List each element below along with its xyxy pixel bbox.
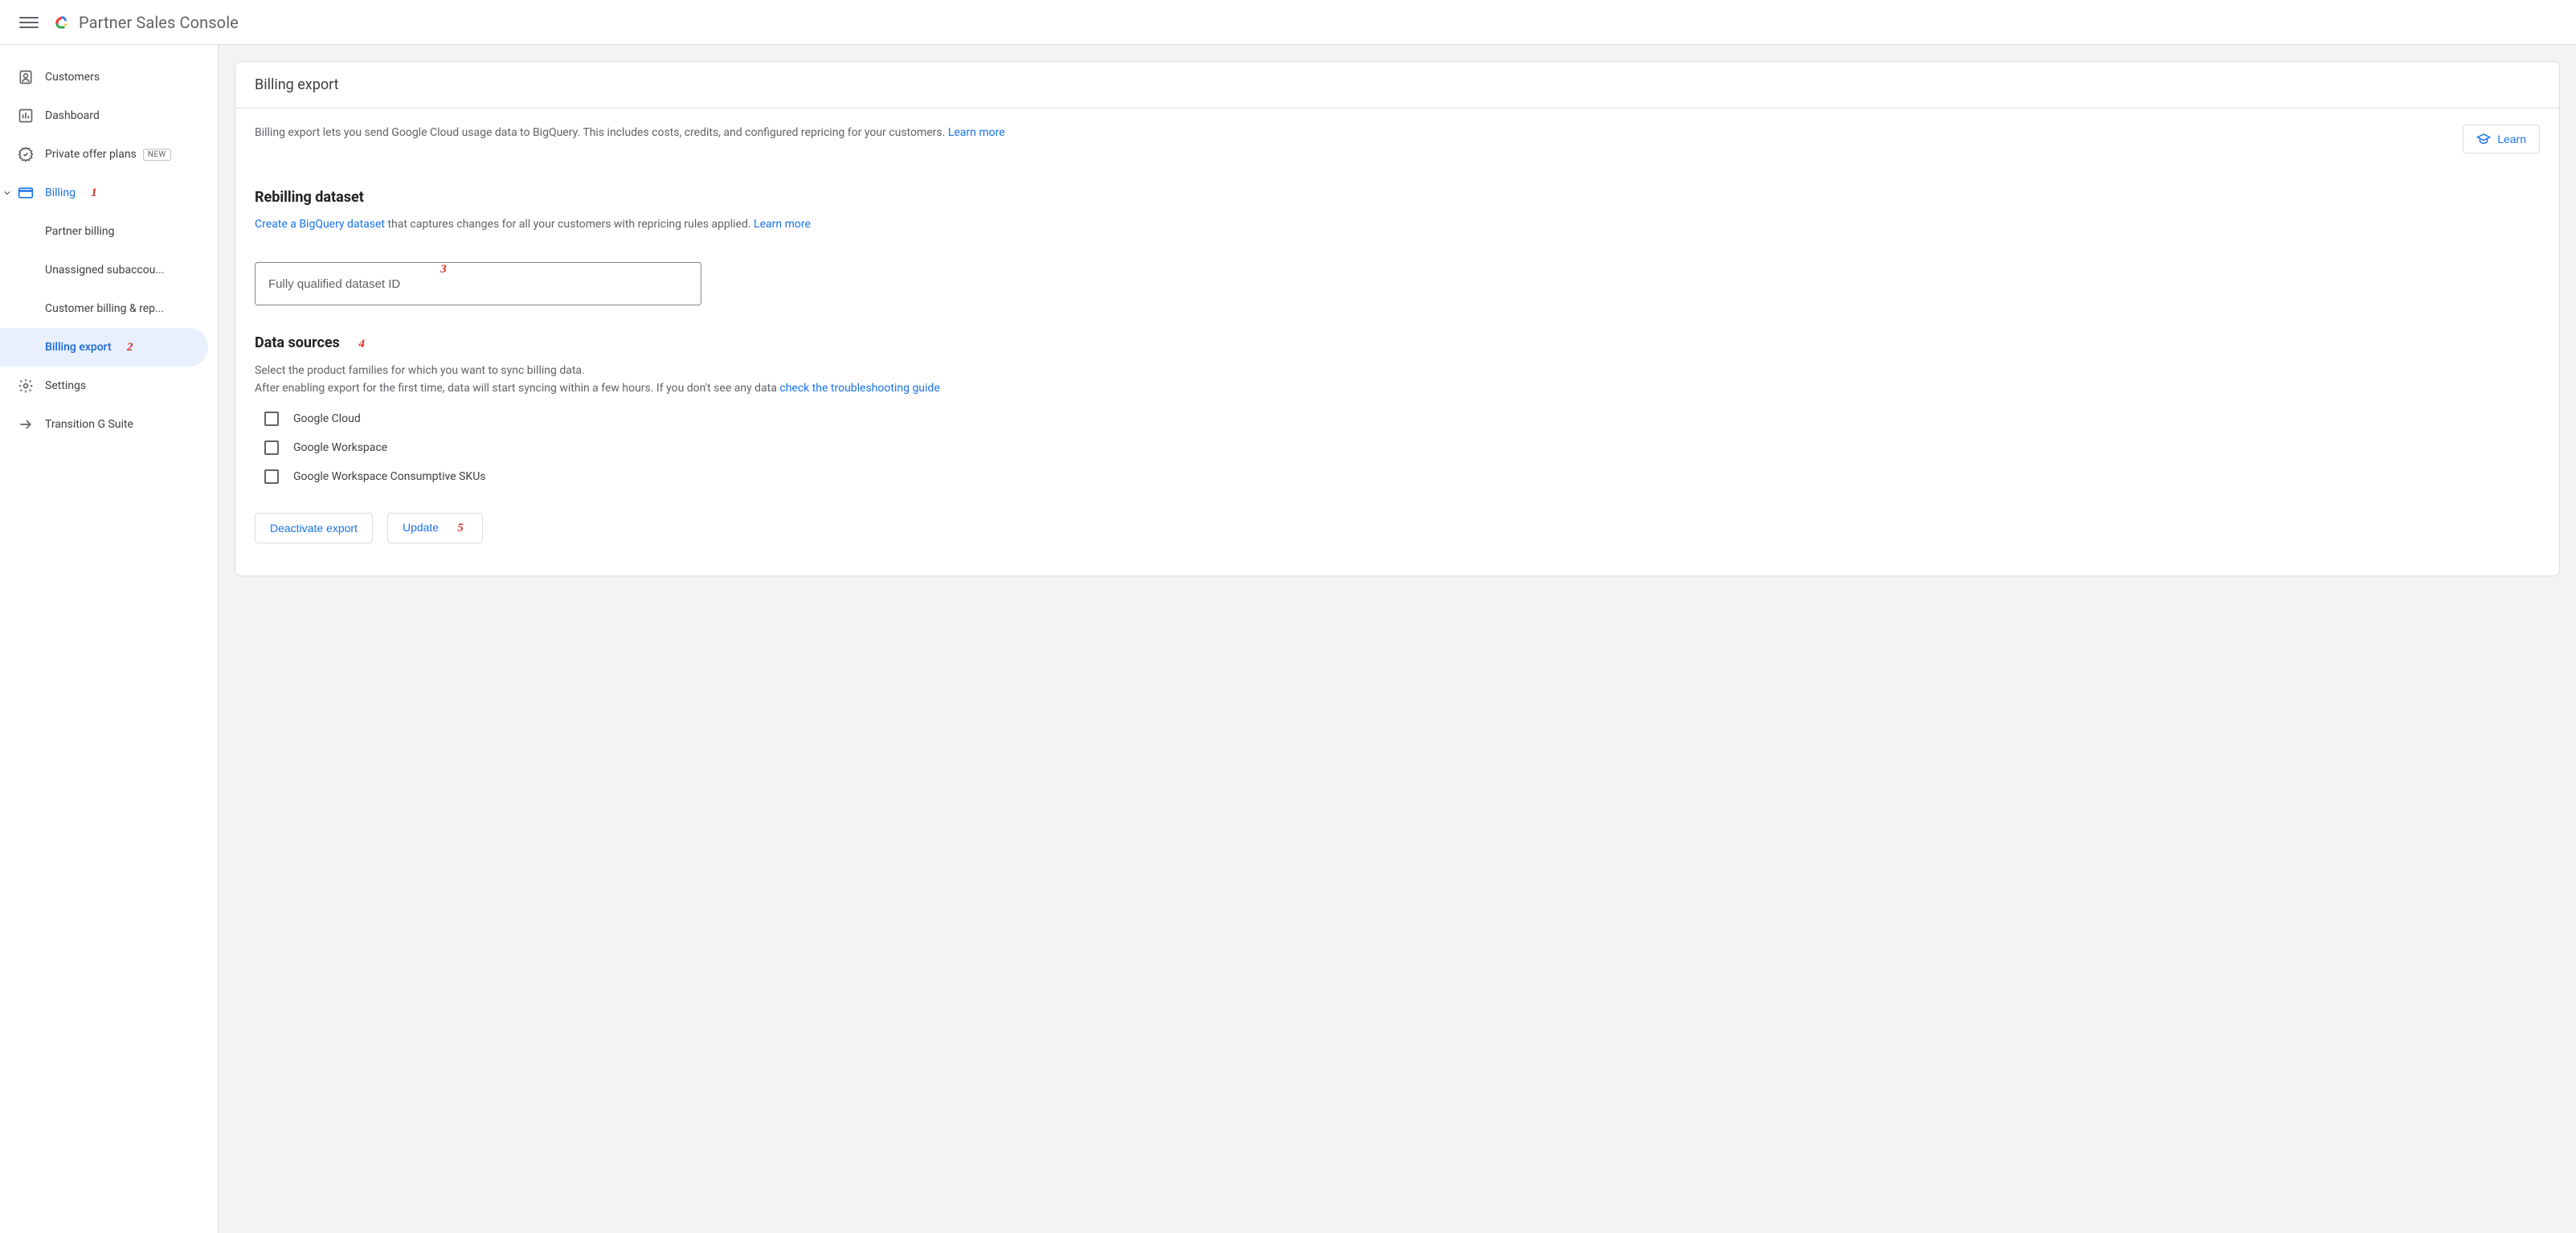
sidebar-item-label: Settings [45, 379, 86, 392]
deactivate-button[interactable]: Deactivate export [255, 513, 373, 544]
annotation-2: 2 [123, 340, 137, 354]
sidebar-item-label: Billing export [45, 341, 112, 354]
learn-more-link[interactable]: Learn more [948, 126, 1005, 139]
sidebar-item-label: Customer billing & rep... [45, 302, 164, 315]
data-sources-heading-text: Data sources [255, 334, 340, 351]
update-button-label: Update [403, 521, 439, 534]
sidebar-item-label: Customers [45, 71, 100, 84]
data-source-row[interactable]: Google Workspace [255, 440, 2540, 455]
annotation-4: 4 [354, 338, 369, 352]
sidebar-item-private-offer[interactable]: Private offer plans NEW [0, 135, 208, 174]
sidebar-item-customer-billing[interactable]: Customer billing & rep... [0, 289, 208, 328]
data-source-label: Google Workspace [293, 441, 387, 454]
data-source-label: Google Cloud [293, 412, 361, 425]
sidebar-item-label: Transition G Suite [45, 418, 133, 431]
topbar: Partner Sales Console [0, 0, 2576, 45]
content: Billing export Billing export lets you s… [219, 45, 2576, 1233]
annotation-5: 5 [453, 521, 468, 535]
sidebar-item-partner-billing[interactable]: Partner billing [0, 212, 208, 251]
sidebar-item-billing[interactable]: Billing 1 [0, 174, 208, 212]
sidebar-item-settings[interactable]: Settings [0, 367, 208, 405]
data-source-label: Google Workspace Consumptive SKUs [293, 470, 486, 483]
troubleshooting-link[interactable]: check the troubleshooting guide [779, 382, 939, 395]
chevron-down-icon [3, 189, 11, 197]
data-source-row[interactable]: Google Cloud [255, 412, 2540, 426]
sidebar-item-label: Unassigned subaccou... [45, 264, 165, 277]
customers-icon [16, 68, 35, 87]
intro-text: Billing export lets you send Google Clou… [255, 126, 948, 139]
create-dataset-link[interactable]: Create a BigQuery dataset [255, 218, 385, 231]
sidebar-item-billing-export[interactable]: Billing export 2 [0, 328, 208, 367]
intro-paragraph: Billing export lets you send Google Clou… [255, 125, 1005, 141]
sidebar: Customers Dashboard Private offer plans … [0, 45, 219, 1233]
data-sources-heading: Data sources 4 [255, 334, 2540, 352]
sources-line-1: Select the product families for which yo… [255, 362, 2540, 379]
annotation-3: 3 [436, 262, 451, 277]
learn-button[interactable]: Learn [2463, 125, 2540, 154]
sources-line-2: After enabling export for the first time… [255, 379, 2540, 397]
dataset-id-input[interactable] [255, 262, 701, 305]
rebilling-description: Create a BigQuery dataset that captures … [255, 215, 2540, 233]
new-badge: NEW [143, 149, 171, 161]
sidebar-item-label: Partner billing [45, 225, 114, 238]
data-source-row[interactable]: Google Workspace Consumptive SKUs [255, 469, 2540, 484]
sidebar-item-dashboard[interactable]: Dashboard [0, 96, 208, 135]
sidebar-item-customers[interactable]: Customers [0, 58, 208, 96]
gear-icon [16, 376, 35, 395]
brand-title: Partner Sales Console [79, 13, 239, 32]
rebilling-mid-text: that captures changes for all your custo… [385, 218, 754, 231]
learn-button-label: Learn [2497, 133, 2526, 145]
graduation-cap-icon [2476, 132, 2491, 146]
sidebar-item-transition[interactable]: Transition G Suite [0, 405, 208, 444]
arrow-right-icon [16, 415, 35, 434]
sidebar-item-label: Billing [45, 186, 76, 199]
card: Billing export Billing export lets you s… [235, 61, 2560, 576]
update-button[interactable]: Update 5 [387, 513, 483, 544]
checkbox[interactable] [264, 440, 279, 455]
billing-icon [16, 183, 35, 203]
rebilling-heading: Rebilling dataset [255, 189, 2540, 206]
page-title: Billing export [235, 62, 2559, 109]
learn-more-link[interactable]: Learn more [754, 218, 811, 231]
sidebar-item-unassigned[interactable]: Unassigned subaccou... [0, 251, 208, 289]
brand: Partner Sales Console [51, 13, 239, 32]
certified-icon [16, 145, 35, 164]
checkbox[interactable] [264, 469, 279, 484]
annotation-1: 1 [87, 186, 101, 200]
dashboard-icon [16, 106, 35, 125]
checkbox[interactable] [264, 412, 279, 426]
sidebar-item-label: Private offer plans [45, 148, 137, 161]
sidebar-item-label: Dashboard [45, 109, 100, 122]
google-cloud-logo-icon [51, 13, 71, 32]
sources-line-2-text: After enabling export for the first time… [255, 382, 779, 395]
menu-icon[interactable] [10, 3, 48, 42]
